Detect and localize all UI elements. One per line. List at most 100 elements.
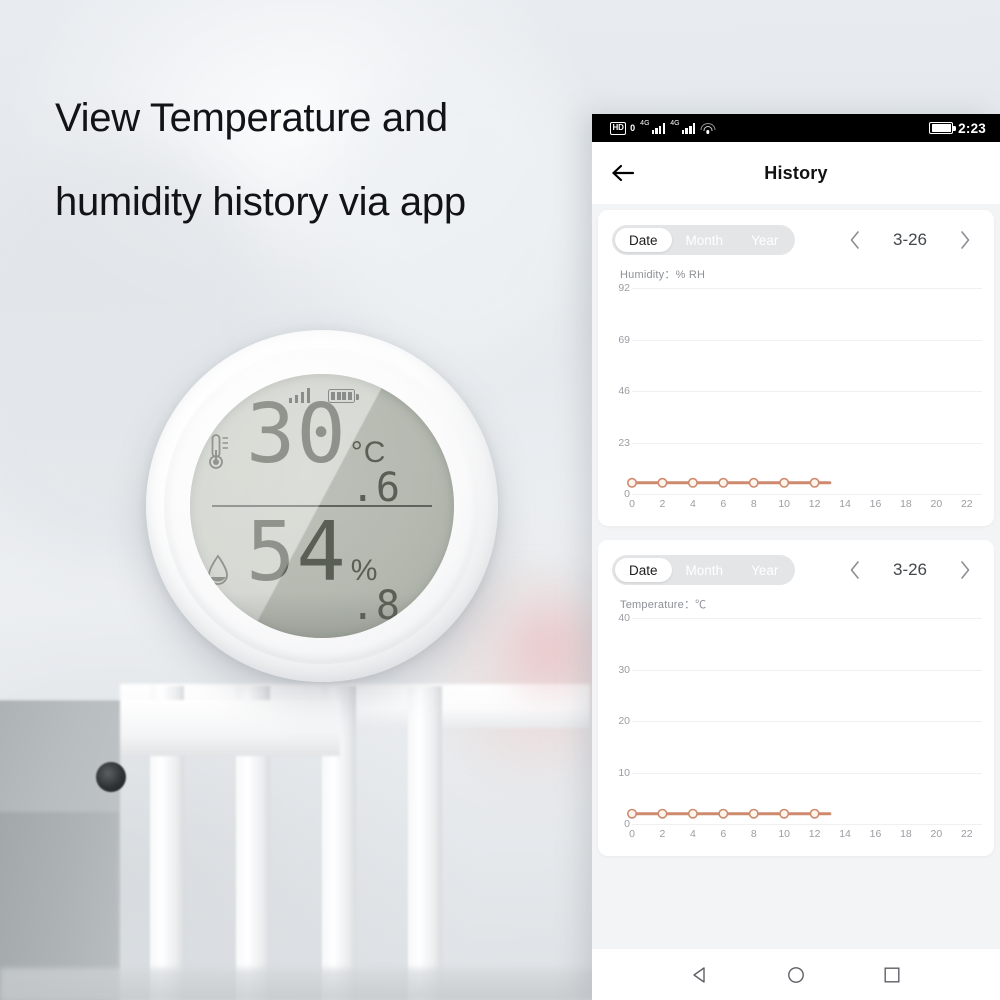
android-status-bar: HD 0 4G 4G 2:23 [592, 114, 1000, 142]
humidity-chart: 0 23 46 69 92 0 2 4 6 8 10 12 14 16 18 20 22 [604, 282, 988, 516]
x-tick-label: 4 [689, 498, 696, 510]
data-point-marker [748, 477, 759, 488]
previous-date-button[interactable] [844, 559, 866, 581]
back-button[interactable] [606, 156, 640, 190]
x-tick-label: 4 [689, 828, 696, 840]
x-tick-label: 8 [750, 828, 757, 840]
crib-screw [96, 762, 126, 792]
x-tick-label: 6 [720, 828, 727, 840]
wifi-icon [700, 122, 716, 134]
data-point-marker [657, 477, 668, 488]
x-tick-label: 22 [960, 828, 973, 840]
segment-date[interactable]: Date [615, 558, 672, 582]
range-segmented-control[interactable]: Date Month Year [612, 225, 796, 255]
lcd-temperature-row: 30 °C .6 [190, 386, 454, 511]
chevron-right-icon [961, 231, 970, 249]
next-date-button[interactable] [954, 229, 976, 251]
x-tick-label: 2 [659, 498, 666, 510]
segment-year[interactable]: Year [737, 558, 792, 582]
y-tick-label: 10 [618, 766, 630, 779]
nav-back-triangle-icon [693, 966, 705, 983]
x-tick-label: 10 [778, 498, 791, 510]
data-point-marker [687, 808, 698, 819]
range-segmented-control[interactable]: Date Month Year [612, 555, 796, 585]
humidity-integer: 54 [246, 504, 347, 600]
chevron-right-icon [961, 561, 970, 579]
chevron-left-icon [850, 561, 859, 579]
x-tick-label: 8 [750, 498, 757, 510]
nav-back-button[interactable] [680, 955, 720, 995]
data-point-marker [687, 477, 698, 488]
humidity-unit: % [350, 553, 379, 587]
temperature-history-card: Date Month Year 3-26 Temperature：℃ 0 10 … [598, 540, 994, 856]
data-point-marker [809, 477, 820, 488]
status-bar-clock: 2:23 [958, 120, 986, 136]
promo-scene: View Temperature and humidity history vi… [0, 0, 1000, 1000]
chart-axis-title: Humidity：% RH [620, 269, 706, 281]
segment-month[interactable]: Month [672, 558, 738, 582]
y-tick-label: 69 [618, 333, 630, 346]
data-point-marker [657, 808, 668, 819]
gridline [632, 494, 982, 495]
temperature-chart: 0 10 20 30 40 0 2 4 6 8 10 12 14 16 18 20 22 [604, 612, 988, 846]
lcd-temperature-value: 30 °C .6 [246, 386, 454, 511]
y-tick-label: 20 [618, 715, 630, 727]
selected-date: 3-26 [892, 230, 928, 249]
chevron-left-icon [850, 231, 859, 249]
x-tick-label: 10 [778, 828, 791, 840]
thermometer-icon [190, 432, 246, 472]
x-tick-label: 6 [720, 498, 727, 510]
sim1-network-label: 4G [640, 119, 650, 127]
series-markers [627, 477, 820, 488]
x-tick-label: 2 [659, 828, 666, 840]
crib-post [408, 686, 442, 1000]
data-point-marker [748, 808, 759, 819]
data-point-marker [779, 808, 790, 819]
previous-date-button[interactable] [844, 229, 866, 251]
floor-shadow [0, 968, 600, 1000]
data-point-marker [627, 808, 637, 819]
history-scroll-body[interactable]: Date Month Year 3-26 Humidity：% RH 0 23 … [592, 204, 1000, 948]
nav-recents-button[interactable] [872, 955, 912, 995]
x-tick-label: 14 [839, 828, 851, 840]
segment-month[interactable]: Month [672, 228, 738, 252]
gridline [632, 824, 982, 825]
plot-area [627, 618, 982, 825]
x-axis-labels: 0 2 4 6 8 10 12 14 16 18 20 22 [629, 826, 982, 846]
x-tick-label: 14 [839, 498, 851, 510]
android-navigation-bar [592, 948, 1000, 1000]
date-navigator: 3-26 [844, 559, 976, 581]
segment-date[interactable]: Date [615, 228, 672, 252]
back-arrow-icon [612, 164, 635, 182]
humidity-decimal: .8 [350, 582, 401, 629]
x-tick-label: 0 [629, 498, 635, 510]
x-tick-label: 12 [808, 498, 821, 510]
x-tick-label: 0 [629, 828, 635, 840]
series-markers [627, 808, 820, 819]
plot-area [627, 288, 982, 495]
date-navigator: 3-26 [844, 229, 976, 251]
y-tick-label: 30 [618, 663, 630, 676]
nav-home-button[interactable] [776, 955, 816, 995]
x-tick-label: 18 [900, 828, 912, 840]
x-tick-label: 16 [869, 498, 882, 510]
temperature-integer: 30 [246, 386, 347, 482]
selected-date: 3-26 [892, 560, 928, 579]
temperature-decimal: .6 [350, 464, 401, 511]
temperature-humidity-sensor: 30 °C .6 54 % .8 [146, 330, 498, 682]
card-header: Date Month Year 3-26 [598, 224, 994, 256]
water-drop-icon [190, 552, 246, 588]
phone-screenshot: HD 0 4G 4G 2:23 History Date Month Year … [592, 114, 1000, 1000]
nav-home-circle-icon [788, 966, 804, 983]
x-tick-label: 12 [808, 828, 821, 840]
battery-icon [929, 122, 956, 134]
sim2-signal-icon: 4G [670, 120, 696, 134]
sim1-signal-icon: 4G [640, 119, 666, 134]
temperature-unit: °C [350, 435, 387, 469]
x-tick-label: 22 [960, 498, 973, 510]
data-point-marker [718, 477, 729, 488]
next-date-button[interactable] [954, 559, 976, 581]
segment-year[interactable]: Year [737, 228, 792, 252]
y-tick-label: 46 [618, 385, 630, 397]
x-tick-label: 18 [900, 498, 912, 510]
